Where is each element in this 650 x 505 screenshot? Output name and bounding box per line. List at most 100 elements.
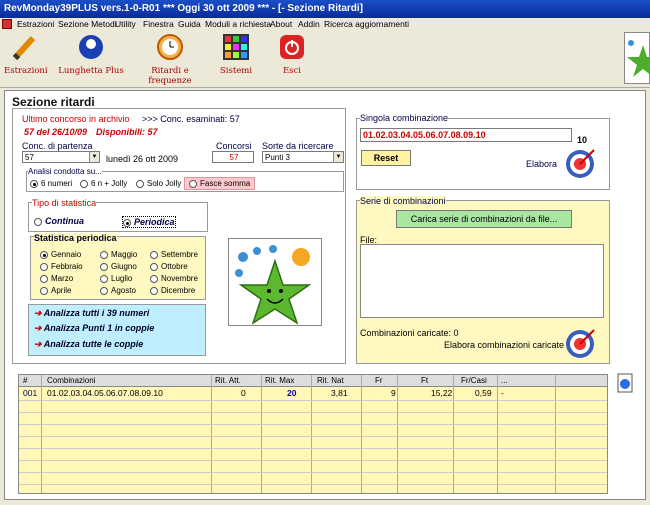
window-title: RevMonday39PLUS vers.1-0-R01 *** Oggi 30…	[0, 0, 650, 18]
col-header-num[interactable]: #	[23, 375, 27, 387]
concorsi-label: Concorsi	[216, 141, 252, 151]
month-febbraio[interactable]: Febbraio	[40, 262, 83, 271]
row-more[interactable]: -	[501, 388, 504, 399]
menu-utility[interactable]: Utility	[115, 18, 136, 30]
menu-about[interactable]: About	[270, 18, 292, 30]
concorsi-field[interactable]: 57	[212, 151, 254, 163]
analizza-coppie-button[interactable]: ➔ Analizza tutte le coppie	[34, 339, 143, 350]
pencil-icon	[9, 32, 39, 62]
radio-periodica[interactable]: Periodica	[122, 216, 176, 228]
results-table[interactable]: # Combinazioni Rit. Att. Rit. Max Rit. N…	[18, 374, 608, 494]
month-novembre[interactable]: Novembre	[150, 274, 198, 283]
serie-label: Serie di combinazioni	[360, 196, 446, 206]
col-header-rit-nat[interactable]: Rit. Nat	[317, 375, 344, 387]
sorte-label: Sorte da ricercare	[262, 141, 334, 151]
clock-icon	[155, 32, 185, 62]
conc-partenza-label: Conc. di partenza	[22, 141, 93, 151]
caricate-label: Combinazioni caricate: 0	[360, 328, 459, 338]
col-header-rit-max[interactable]: Rit. Max	[265, 375, 294, 387]
month-aprile[interactable]: Aprile	[40, 286, 71, 295]
export-icon[interactable]	[616, 372, 636, 394]
star-mascot-image	[228, 238, 322, 326]
radio-solo-jolly[interactable]: Solo Jolly	[136, 179, 181, 188]
menu-guida[interactable]: Guida	[178, 18, 201, 30]
ritardi-button[interactable]: Ritardi e frequenze	[132, 32, 208, 86]
archive-label: Ultimo concorso in archivio	[22, 114, 130, 124]
elabora-caricate-label: Elabora combinazioni caricate	[444, 340, 565, 350]
archive-last: 57 del 26/10/09	[24, 127, 88, 137]
table-header	[19, 375, 607, 387]
month-agosto[interactable]: Agosto	[100, 286, 136, 295]
estrazioni-button[interactable]: Estrazioni	[4, 32, 48, 76]
analizza-punti-button[interactable]: ➔ Analizza Punti 1 in coppie	[34, 323, 154, 334]
esci-button[interactable]: Esci	[276, 32, 308, 76]
month-marzo[interactable]: Marzo	[40, 274, 73, 283]
row-num[interactable]: 001	[23, 388, 37, 399]
col-header-more[interactable]: ...	[501, 375, 508, 387]
toolbar: Estrazioni Lunghetta Plus Ritardi e freq…	[0, 30, 650, 88]
reset-button[interactable]: Reset	[361, 150, 411, 166]
menu-finestra[interactable]: Finestra	[143, 18, 174, 30]
sorte-select[interactable]: Punti 3 ▼	[262, 151, 344, 163]
row-ft[interactable]: 15,22	[431, 388, 452, 399]
row-rit-nat[interactable]: 3,81	[331, 388, 348, 399]
radio-continua[interactable]: Continua	[34, 216, 84, 226]
row-rit-max[interactable]: 20	[287, 388, 296, 399]
col-header-fr-casi[interactable]: Fr/Casi	[461, 375, 487, 387]
file-list[interactable]	[360, 244, 604, 318]
month-gennaio[interactable]: Gennaio	[40, 250, 81, 259]
target-icon	[566, 149, 595, 178]
chevron-down-icon: ▼	[89, 152, 99, 162]
analizza-tutti-button[interactable]: ➔ Analizza tutti i 39 numeri	[34, 308, 149, 319]
analisi-label: Analisi condotta su...	[28, 167, 102, 176]
statistica-periodica-label: Statistica periodica	[34, 233, 117, 243]
archive-disponibili: Disponibili: 57	[96, 127, 158, 137]
col-header-rit-att[interactable]: Rit. Att.	[215, 375, 241, 387]
menu-estrazioni[interactable]: Estrazioni	[17, 18, 54, 30]
menu-addin[interactable]: Addin	[298, 18, 320, 30]
lottery-hand-icon	[76, 32, 106, 62]
menu-bar: Estrazioni Sezione Metodi Utility Finest…	[0, 18, 650, 30]
chevron-down-icon: ▼	[333, 152, 343, 162]
conc-partenza-date: lunedì 26 ott 2009	[106, 154, 179, 164]
conc-esaminati: >>> Conc. esaminati: 57	[142, 114, 240, 124]
combination-field[interactable]: 01.02.03.04.05.06.07.08.09.10	[360, 128, 572, 142]
carica-serie-button[interactable]: Carica serie di combinazioni da file...	[396, 210, 572, 228]
radio-6n-jolly[interactable]: 6 n + Jolly	[80, 179, 127, 188]
month-maggio[interactable]: Maggio	[100, 250, 137, 259]
menu-sezione-metodi[interactable]: Sezione Metodi	[58, 18, 117, 30]
col-header-fr[interactable]: Fr	[375, 375, 383, 387]
star-logo-icon	[624, 32, 650, 84]
menu-moduli[interactable]: Moduli a richiesta	[205, 18, 271, 30]
radio-fasce-somma[interactable]: Fasce somma	[184, 177, 256, 190]
exit-icon	[277, 32, 307, 62]
combination-count: 10	[577, 135, 588, 145]
radio-6-numeri[interactable]: 6 numeri	[30, 179, 72, 188]
section-title: Sezione ritardi	[12, 95, 95, 109]
arrow-icon: ➔	[34, 323, 44, 333]
arrow-icon: ➔	[34, 339, 44, 349]
row-rit-att[interactable]: 0	[241, 388, 246, 399]
singola-label: Singola combinazione	[360, 113, 449, 123]
col-header-combinazioni[interactable]: Combinazioni	[47, 375, 95, 387]
target-icon	[566, 329, 595, 358]
sistemi-button[interactable]: Sistemi	[218, 32, 254, 76]
month-ottobre[interactable]: Ottobre	[150, 262, 188, 271]
col-header-ft[interactable]: Ft	[421, 375, 428, 387]
conc-partenza-select[interactable]: 57 ▼	[22, 151, 100, 163]
lunghetta-button[interactable]: Lunghetta Plus	[58, 32, 124, 76]
elabora-label: Elabora	[526, 159, 558, 169]
grid-icon	[221, 32, 251, 62]
month-settembre[interactable]: Settembre	[150, 250, 198, 259]
month-dicembre[interactable]: Dicembre	[150, 286, 195, 295]
row-fr-casi[interactable]: 0,59	[475, 388, 492, 399]
menu-ricerca[interactable]: Ricerca aggiornamenti	[324, 18, 409, 30]
row-fr[interactable]: 9	[391, 388, 396, 399]
row-combinazione[interactable]: 01.02.03.04.05.06.07.08.09.10	[47, 388, 163, 399]
arrow-icon: ➔	[34, 308, 44, 318]
elabora-caricate-button[interactable]	[564, 326, 596, 360]
month-giugno[interactable]: Giugno	[100, 262, 137, 271]
app-icon	[2, 19, 12, 29]
elabora-target-button[interactable]	[564, 146, 596, 180]
month-luglio[interactable]: Luglio	[100, 274, 132, 283]
